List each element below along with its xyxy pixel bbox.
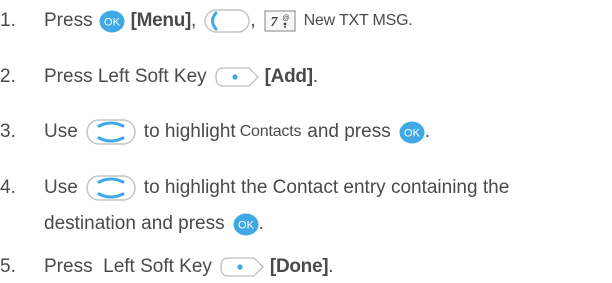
step-text: and press: [307, 121, 391, 142]
step-number: 2.: [0, 66, 16, 87]
step-text: to highlight: [143, 121, 236, 142]
step-5: 5. Press Left Soft Key [Done] .: [0, 255, 334, 279]
ok-key-icon: OK: [399, 121, 425, 143]
step-text: destination and press: [44, 213, 225, 234]
ok-key-label: OK: [104, 16, 121, 28]
ok-key-icon: OK: [99, 10, 125, 32]
add-label: [Add]: [264, 66, 313, 87]
step-number: 1.: [0, 10, 16, 31]
step-end: .: [328, 256, 334, 277]
step-text: Press Left Soft Key: [44, 256, 212, 277]
left-button-icon: [204, 9, 251, 33]
separator: ,: [191, 10, 197, 31]
step-2: 2. Press Left Soft Key [Add] .: [0, 65, 318, 89]
step-3: 3. Use to highlight Contacts and press O…: [0, 119, 430, 145]
step-end: .: [424, 121, 430, 142]
step-text: Press: [44, 10, 93, 31]
ok-key-label: OK: [404, 127, 421, 139]
navigation-key-icon: [86, 119, 136, 145]
seven-pqrs-key-icon: 7 @: [264, 10, 296, 32]
ok-key-label: OK: [238, 219, 255, 231]
step-number: 4.: [0, 177, 16, 198]
step-text: to highlight the Contact entry containin…: [143, 177, 510, 198]
separator: ,: [250, 10, 256, 31]
step-4: 4. Use to highlight the Contact entry co…: [0, 175, 509, 201]
contacts-label: Contacts: [239, 123, 302, 140]
left-soft-key-icon: [214, 67, 259, 87]
left-soft-key-icon: [220, 257, 264, 277]
step-1: 1. Press OK [Menu] , , 7 @ New TXT MSG.: [0, 9, 413, 33]
step-number: 5.: [0, 256, 16, 277]
key7-sub: @: [282, 15, 289, 22]
step-text: Press Left Soft Key: [44, 66, 207, 87]
step-end: .: [312, 66, 319, 87]
step-end: .: [258, 213, 264, 234]
step-text: Use: [44, 177, 78, 198]
key7-digit: 7: [270, 15, 278, 30]
step-4-continued: destination and press OK .: [44, 212, 264, 236]
menu-label: [Menu]: [130, 10, 192, 31]
navigation-key-icon: [86, 175, 136, 201]
step-text: Use: [44, 121, 78, 142]
step-number: 3.: [0, 121, 16, 142]
destination-label: New TXT MSG.: [303, 12, 413, 29]
done-label: [Done]: [269, 256, 329, 277]
ok-key-icon: OK: [233, 213, 259, 235]
